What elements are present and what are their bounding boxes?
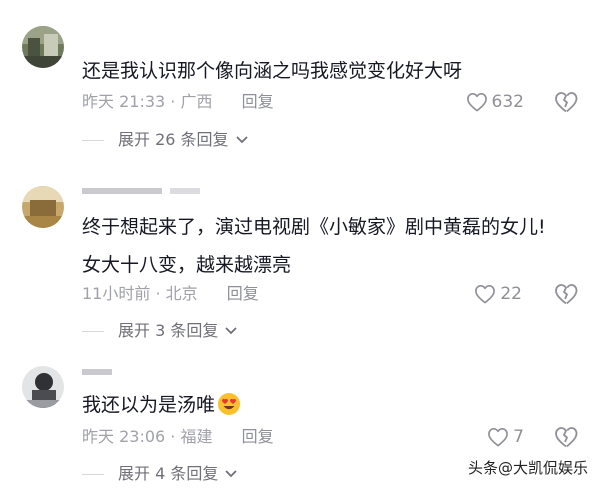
comment-location: 北京: [165, 284, 198, 303]
heart-icon: [475, 285, 496, 304]
avatar[interactable]: [22, 26, 64, 68]
like-count: 22: [500, 284, 522, 304]
heart-icon: [466, 93, 487, 112]
like-button[interactable]: 632: [466, 91, 524, 113]
reply-button[interactable]: 回复: [242, 92, 274, 111]
dislike-icon[interactable]: [554, 426, 578, 448]
dislike-icon[interactable]: [554, 283, 578, 305]
chevron-down-icon: [225, 470, 237, 478]
expand-label: 展开 4 条回复: [118, 464, 219, 483]
like-button[interactable]: 22: [474, 283, 522, 305]
comment-meta: 昨天 21:33 · 广西 回复: [82, 91, 274, 113]
like-button[interactable]: 7: [487, 426, 524, 448]
divider: [82, 473, 104, 475]
comment-text-line: 女大十八变，越来越漂亮: [82, 254, 292, 276]
heart-icon: [488, 428, 509, 447]
like-count: 632: [491, 92, 524, 112]
comment-username[interactable]: [82, 367, 122, 375]
comment-text: 我还以为是汤唯: [82, 390, 241, 420]
meta-separator: ·: [165, 92, 181, 111]
comment-time: 11小时前: [82, 284, 151, 303]
avatar[interactable]: [22, 186, 64, 228]
meta-separator: ·: [165, 427, 181, 446]
comment-meta: 11小时前 · 北京 回复: [82, 283, 259, 305]
comment-location: 广西: [180, 92, 213, 111]
watermark: 头条@大凯侃娱乐: [467, 459, 588, 477]
expand-label: 展开 26 条回复: [118, 130, 229, 149]
comment-time: 昨天 23:06: [82, 427, 166, 446]
avatar[interactable]: [22, 366, 64, 408]
comment-time: 昨天 21:33: [82, 92, 166, 111]
expand-replies-button[interactable]: 展开 3 条回复: [82, 320, 238, 342]
comment-text-content: 我还以为是汤唯: [82, 394, 216, 416]
reply-button[interactable]: 回复: [227, 284, 259, 303]
comment-username[interactable]: [82, 186, 202, 194]
comment-item: 终于想起来了，演过电视剧《小敏家》剧中黄磊的女儿! 女大十八变，越来越漂亮 11…: [0, 160, 600, 350]
reply-button[interactable]: 回复: [242, 427, 274, 446]
meta-separator: ·: [150, 284, 166, 303]
comment-meta: 昨天 23:06 · 福建 回复: [82, 426, 274, 448]
divider: [82, 139, 104, 141]
like-count: 7: [513, 427, 524, 447]
comment-location: 福建: [180, 427, 213, 446]
expand-replies-button[interactable]: 展开 26 条回复: [82, 129, 249, 151]
expand-label: 展开 3 条回复: [118, 321, 219, 340]
chevron-down-icon: [235, 136, 248, 144]
comment-text: 还是我认识那个像向涵之吗我感觉变化好大呀: [82, 60, 463, 82]
dislike-icon[interactable]: [554, 91, 578, 113]
comment-text-line: 终于想起来了，演过电视剧《小敏家》剧中黄磊的女儿!: [82, 216, 546, 238]
heart-eyes-emoji-icon: [218, 393, 241, 415]
divider: [82, 330, 104, 332]
expand-replies-button[interactable]: 展开 4 条回复: [82, 463, 238, 485]
chevron-down-icon: [225, 327, 237, 335]
comment-item: 还是我认识那个像向涵之吗我感觉变化好大呀 昨天 21:33 · 广西 回复 63…: [0, 0, 600, 160]
